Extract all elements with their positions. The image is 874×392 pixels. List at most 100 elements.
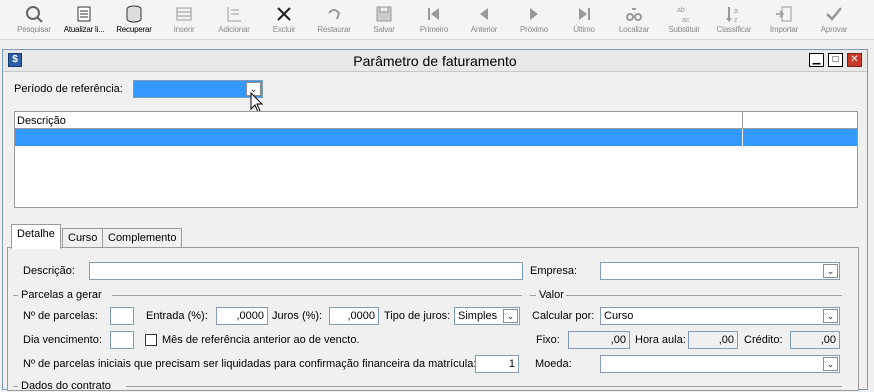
calcular-value: Curso [604,310,634,322]
toolbar-button-undo[interactable]: Restaurar [306,2,362,38]
toolbar-button-label: Próximo [520,25,548,34]
toolbar-button-search[interactable]: Pesquisar [6,2,62,38]
toolbar-button-label: Importar [769,25,799,34]
group-divider [530,295,536,296]
chevron-down-icon[interactable]: ⌄ [823,309,838,323]
toolbar-button-refresh-list[interactable]: Atualizar li... [56,2,112,38]
sort-icon: az [726,7,738,24]
maximize-button[interactable]: □ [828,53,843,67]
tab-complemento[interactable]: Complemento [102,228,183,248]
periodo-grid: Descrição [14,111,858,208]
toolbar-button-label: Salvar [373,25,395,34]
dia-vencimento-field[interactable] [110,331,134,349]
search-icon [26,6,43,23]
column-header-descricao[interactable]: Descrição [17,115,66,127]
toolbar-button-check[interactable]: Aprovar [806,2,862,38]
moeda-select[interactable]: ⌄ [600,355,840,373]
previous-icon [480,8,488,20]
valor-group-label: Valor [539,289,564,301]
tab-curso[interactable]: Curso [62,228,104,248]
calcular-label: Calcular por: [532,310,595,322]
num-parcelas-field[interactable] [110,307,134,325]
toolbar-button-save[interactable]: Salvar [356,2,412,38]
toolbar-button-label: Primeiro [419,25,449,34]
parcelas-iniciais-field[interactable]: 1 [475,355,519,373]
chevron-down-icon[interactable]: ⌄ [823,264,838,278]
first-icon [428,8,439,20]
periodo-select[interactable]: ⌄ [133,80,263,98]
mes-referencia-label: Mês de referência anterior ao de vencto. [162,334,360,346]
refresh-list-icon [77,6,91,22]
grid-header: Descrição [15,112,857,129]
toolbar-button-label: Aprovar [820,25,848,34]
window-title: Parâmetro de faturamento [353,53,517,69]
toolbar-button-label: Adicionar [218,25,250,34]
parcelas-iniciais-label: Nº de parcelas iniciais que precisam ser… [23,358,477,370]
entrada-label: Entrada (%): [146,310,208,322]
mes-referencia-checkbox[interactable] [145,334,157,346]
toolbar-button-first[interactable]: Primeiro [406,2,462,38]
toolbar-button-label: Pesquisar [17,25,51,34]
group-divider [566,295,842,296]
add-icon [227,7,241,22]
binoculars-icon [626,8,642,21]
check-icon [826,7,842,21]
column-separator [742,129,743,146]
credito-label: Crédito: [744,334,783,346]
periodo-label: Período de referência: [14,83,123,95]
toolbar-button-replace[interactable]: ab ac Substituir [656,2,712,38]
toolbar-button-label: F [856,25,874,34]
juros-field[interactable]: ,0000 [329,307,379,325]
save-icon [376,6,392,22]
group-divider [13,295,18,296]
dia-vencimento-label: Dia vencimento: [23,334,102,346]
toolbar-button-label: Anterior [470,25,498,34]
import-icon [776,6,792,22]
svg-text:ac: ac [682,17,690,24]
chevron-down-icon[interactable]: ⌄ [503,309,518,323]
toolbar-button-more[interactable]: F [856,2,874,38]
toolbar-button-previous[interactable]: Anterior [456,2,512,38]
chevron-down-icon[interactable]: ⌄ [823,357,838,371]
contrato-group-label: Dados do contrato [21,380,111,392]
next-icon [530,8,538,20]
parametro-faturamento-window: $ Parâmetro de faturamento ▁ □ ✕ Período… [2,49,868,392]
toolbar-button-label: Último [573,25,595,34]
toolbar-button-label: Localizar [618,25,650,34]
toolbar-button-sort[interactable]: a z Classificar [706,2,762,38]
empresa-select[interactable]: ⌄ [600,262,840,280]
insert-icon [176,7,192,21]
main-toolbar: Pesquisar Atualizar li... Recuperar Inserir… [0,0,874,40]
hora-aula-field[interactable]: ,00 [688,331,738,349]
toolbar-button-add[interactable]: Adicionar [206,2,262,38]
calcular-select[interactable]: Curso ⌄ [600,307,840,325]
toolbar-button-binoculars[interactable]: Localizar [606,2,662,38]
descricao-field[interactable] [89,262,523,280]
table-row[interactable] [15,129,857,146]
window-titlebar: $ Parâmetro de faturamento ▁ □ ✕ [3,50,867,72]
fixo-field[interactable]: ,00 [568,331,630,349]
toolbar-button-insert[interactable]: Inserir [156,2,212,38]
minimize-button[interactable]: ▁ [809,53,824,67]
entrada-field[interactable]: ,0000 [216,307,268,325]
svg-text:ab: ab [677,7,685,14]
juros-label: Juros (%): [272,310,323,322]
tipo-juros-label: Tipo de juros: [384,310,451,322]
undo-icon [328,9,341,20]
toolbar-button-label: Inserir [173,25,195,34]
column-separator [742,112,743,129]
toolbar-button-next[interactable]: Próximo [506,2,562,38]
toolbar-button-label: Restaurar [317,25,351,34]
svg-text:z: z [734,17,738,24]
close-button[interactable]: ✕ [847,53,862,67]
database-icon [126,5,142,23]
tipo-juros-select[interactable]: Simples ⌄ [454,307,520,325]
toolbar-button-database[interactable]: Recuperar [106,2,162,38]
tab-detalhe[interactable]: Detalhe [11,224,61,249]
toolbar-button-delete[interactable]: Excluir [256,2,312,38]
moeda-label: Moeda: [535,358,572,370]
parcelas-group-label: Parcelas a gerar [21,289,102,301]
credito-field[interactable]: ,00 [790,331,840,349]
toolbar-button-last[interactable]: Último [556,2,612,38]
toolbar-button-import[interactable]: Importar [756,2,812,38]
